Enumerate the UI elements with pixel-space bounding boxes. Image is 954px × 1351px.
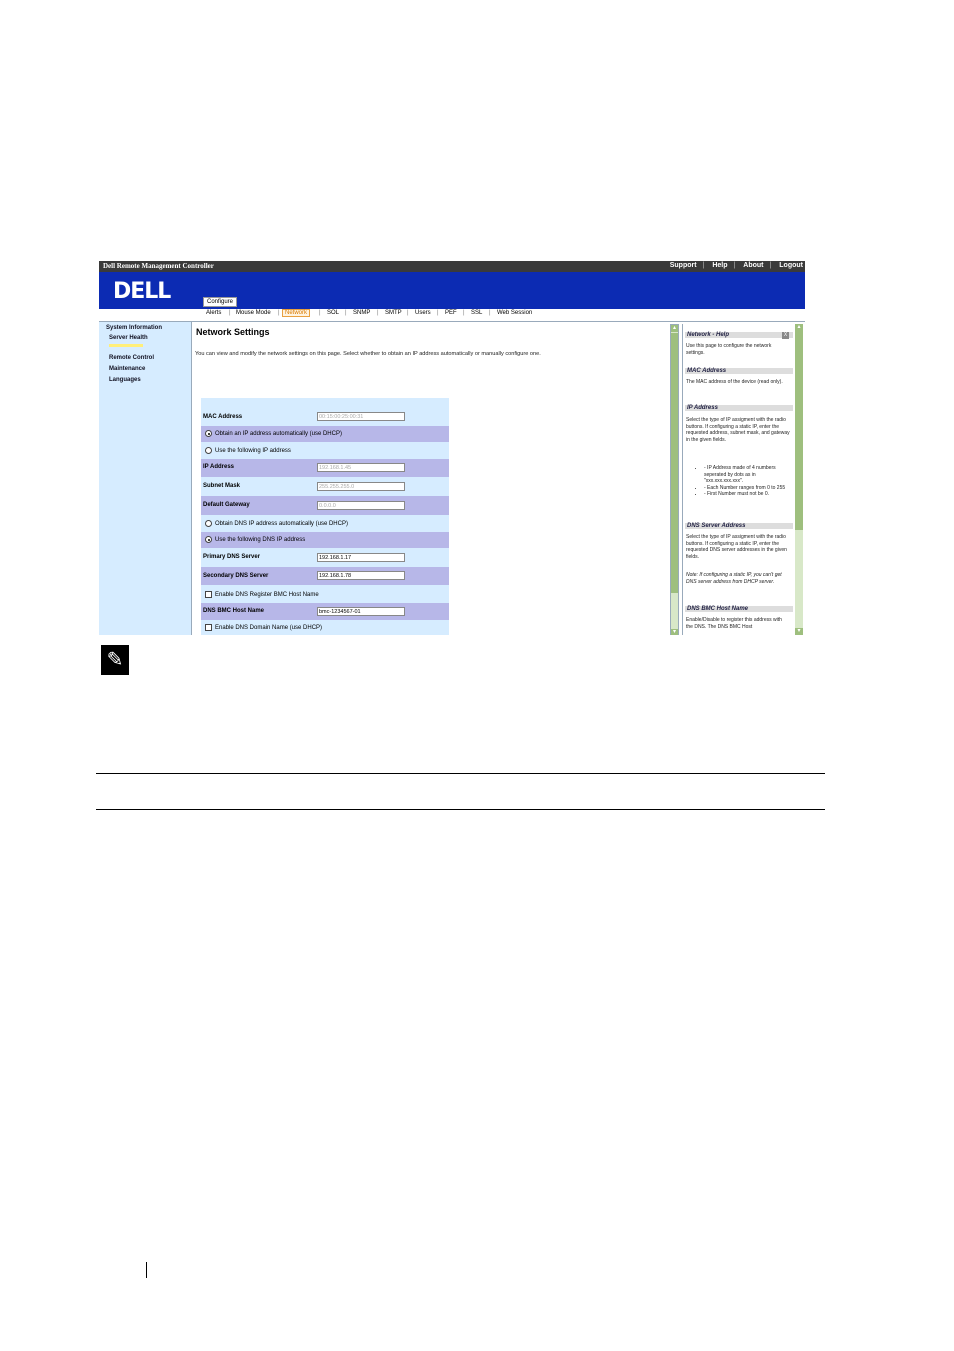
subnav-pef[interactable]: PEF [445, 310, 457, 316]
static-ip-label: Use the following IP address [215, 448, 291, 455]
dns-dhcp-row: Obtain DNS IP address automatically (use… [201, 515, 449, 532]
help-scrollbar[interactable]: ▴ ▾ [795, 324, 803, 635]
register-checkbox[interactable] [205, 591, 212, 598]
help-panel: Network - Help X Use this page to config… [682, 324, 795, 635]
content-scroll-thumb[interactable] [671, 333, 678, 593]
left-navigation: System Information Server Health Remote … [99, 322, 192, 635]
domain-row: Enable DNS Domain Name (use DHCP) [201, 620, 449, 635]
mask-row: Subnet Mask [201, 477, 449, 496]
nav-languages[interactable]: Languages [109, 377, 141, 383]
content-scrollbar[interactable]: ▴ ▾ [670, 324, 679, 635]
mac-field [317, 412, 405, 421]
app-title: Dell Remote Management Controller [103, 262, 214, 270]
top-links: Support | Help | About | Logout [669, 262, 803, 269]
subnav-mouse-mode[interactable]: Mouse Mode [236, 310, 271, 316]
help-mac-heading: MAC Address [685, 368, 793, 374]
divider-top [96, 773, 825, 774]
subnav-alerts[interactable]: Alerts [206, 310, 221, 316]
gateway-row: Default Gateway [201, 496, 449, 515]
scroll-down-icon[interactable]: ▾ [671, 629, 678, 635]
subnav-sol[interactable]: SOL [327, 310, 339, 316]
dhcp-row: Obtain an IP address automatically (use … [201, 426, 449, 442]
dns-static-label: Use the following DNS IP address [215, 537, 306, 544]
help-rule: - IP Address made of 4 numbers seperated… [704, 465, 790, 485]
dhcp-radio[interactable] [205, 430, 212, 437]
main-content: Network Settings You can view and modify… [192, 322, 668, 635]
help-scroll-thumb[interactable] [795, 330, 803, 530]
dell-logo: DELL [113, 279, 171, 304]
nav-server-health[interactable]: Server Health [109, 335, 148, 341]
help-dns-text: Select the type of IP assigment with the… [686, 534, 787, 560]
nav-maintenance[interactable]: Maintenance [109, 366, 145, 372]
help-link[interactable]: Help [712, 262, 727, 269]
host-name-label: DNS BMC Host Name [203, 608, 265, 614]
scroll-up-icon[interactable]: ▴ [671, 325, 678, 332]
page-footer-bar [146, 1262, 147, 1278]
close-icon[interactable]: X [782, 332, 789, 339]
dhcp-label: Obtain an IP address automatically (use … [215, 431, 342, 438]
help-host-heading: DNS BMC Host Name [685, 606, 793, 612]
secondary-dns-input[interactable] [317, 571, 405, 580]
logout-link[interactable]: Logout [779, 262, 803, 269]
ip-label: IP Address [203, 464, 235, 470]
help-rule: - First Number must not be 0. [704, 491, 790, 498]
ip-address-input[interactable] [317, 463, 405, 472]
subnav-ssl[interactable]: SSL [471, 310, 482, 316]
sub-navigation: Alerts | Mouse Mode | Network | SOL | SN… [99, 309, 805, 322]
register-row: Enable DNS Register BMC Host Name [201, 585, 449, 603]
host-row: DNS BMC Host Name [201, 603, 449, 620]
pencil-icon: ✎ [101, 645, 129, 675]
domain-label: Enable DNS Domain Name (use DHCP) [215, 625, 323, 632]
help-ip-rules: - IP Address made of 4 numbers seperated… [686, 465, 790, 498]
help-dns-note: Note: If configuring a static IP, you ca… [686, 572, 782, 585]
static-ip-radio[interactable] [205, 447, 212, 454]
register-label: Enable DNS Register BMC Host Name [215, 592, 319, 599]
subnet-mask-input[interactable] [317, 482, 405, 491]
help-ip-heading: IP Address [685, 405, 793, 411]
domain-checkbox[interactable] [205, 624, 212, 631]
dns-static-row: Use the following DNS IP address [201, 532, 449, 548]
host-name-input[interactable] [317, 607, 405, 616]
screenshot-frame: Dell Remote Management Controller Suppor… [99, 261, 805, 635]
primary-dns-label: Primary DNS Server [203, 554, 261, 560]
dns-static-radio[interactable] [205, 536, 212, 543]
dns-dhcp-label: Obtain DNS IP address automatically (use… [215, 521, 348, 528]
mac-label: MAC Address [203, 414, 243, 420]
subnav-network[interactable]: Network [282, 309, 311, 317]
banner: DELL Configure [99, 272, 805, 309]
primary-dns-input[interactable] [317, 553, 405, 562]
page-description: You can view and modify the network sett… [195, 351, 541, 357]
nav-system-information[interactable]: System Information [106, 325, 162, 331]
subnav-web-session[interactable]: Web Session [497, 310, 532, 316]
dns2-row: Secondary DNS Server [201, 567, 449, 585]
help-intro: Use this page to configure the network s… [686, 343, 772, 356]
about-link[interactable]: About [743, 262, 763, 269]
support-link[interactable]: Support [670, 262, 697, 269]
dns-dhcp-radio[interactable] [205, 520, 212, 527]
gateway-label: Default Gateway [203, 502, 250, 508]
tab-configure[interactable]: Configure [203, 297, 238, 307]
secondary-dns-label: Secondary DNS Server [203, 573, 269, 579]
nav-highlight [109, 344, 143, 347]
dns1-row: Primary DNS Server [201, 548, 449, 567]
subnav-smtp[interactable]: SMTP [385, 310, 402, 316]
gateway-input[interactable] [317, 501, 405, 510]
nav-remote-control[interactable]: Remote Control [109, 355, 154, 361]
subnet-mask-label: Subnet Mask [203, 483, 241, 489]
subnav-snmp[interactable]: SNMP [353, 310, 370, 316]
mac-row: MAC Address [201, 408, 449, 426]
page-title: Network Settings [196, 327, 270, 337]
static-row: Use the following IP address [201, 442, 449, 459]
help-scroll-down-icon[interactable]: ▾ [795, 628, 803, 635]
network-form: MAC Address Obtain an IP address automat… [201, 398, 449, 635]
subnav-users[interactable]: Users [415, 310, 431, 316]
help-title: Network - Help [685, 332, 793, 338]
divider-bottom [96, 809, 825, 810]
help-mac-text: The MAC address of the device (read only… [686, 379, 783, 385]
help-ip-text: Select the type of IP assigment with the… [686, 417, 790, 443]
ip-row: IP Address [201, 459, 449, 477]
help-dns-heading: DNS Server Address [685, 523, 793, 529]
spacer-row [201, 398, 449, 408]
help-host-text: Enable/Disable to register this address … [686, 617, 782, 630]
